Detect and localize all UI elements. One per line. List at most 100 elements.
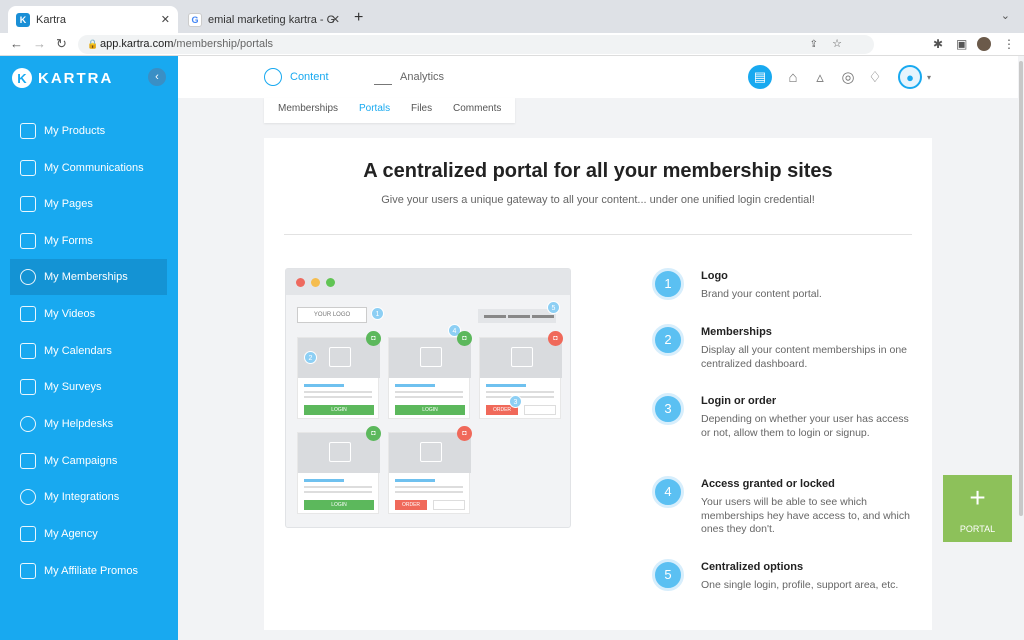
bell-icon[interactable]: ♢ — [865, 65, 885, 89]
sidebar-item-helpdesks[interactable]: My Helpdesks — [10, 406, 167, 442]
subnav-comments[interactable]: Comments — [453, 98, 501, 123]
mockup-login-button: LOGIN — [395, 405, 465, 415]
marker-1: 1 — [371, 307, 384, 320]
megaphone-icon — [20, 123, 36, 139]
side-panel-icon[interactable]: ▣ — [956, 37, 967, 51]
close-tab-icon[interactable]: ✕ — [161, 13, 170, 26]
user-avatar-icon[interactable]: ● — [898, 65, 922, 89]
bookmark-star-icon[interactable]: ☆ — [832, 35, 842, 54]
marker-2: 2 — [304, 351, 317, 364]
kartra-logo[interactable]: K KARTRA — [12, 68, 113, 88]
store-icon[interactable]: ⌂ — [783, 65, 803, 89]
locked-icon: ◘ — [548, 331, 563, 346]
mockup-tile: LOGIN — [297, 432, 380, 514]
sub-navigation: Memberships Portals Files Comments — [264, 98, 515, 123]
sidebar-item-surveys[interactable]: My Surveys — [10, 369, 167, 405]
feature-number: 5 — [652, 559, 684, 591]
mockup-tile: LOGIN — [297, 337, 380, 419]
tab-kartra[interactable]: K Kartra ✕ — [8, 6, 178, 33]
feature-title: Centralized options — [701, 561, 804, 573]
form-icon — [20, 233, 36, 249]
plus-icon: + — [969, 482, 986, 513]
building-icon — [20, 526, 36, 542]
chevron-down-icon[interactable]: ▾ — [924, 65, 934, 89]
feature-title: Access granted or locked — [701, 478, 835, 490]
profile-avatar-icon[interactable] — [977, 37, 991, 51]
back-icon[interactable]: ← — [10, 36, 23, 51]
subnav-files[interactable]: Files — [411, 98, 432, 123]
sidebar-item-label: My Pages — [44, 198, 93, 210]
url-host: app.kartra.com — [100, 38, 174, 50]
feature-number: 3 — [652, 393, 684, 425]
collapse-sidebar-icon[interactable]: ‹ — [148, 68, 166, 86]
divider — [284, 234, 912, 235]
mockup-logo: YOUR LOGO — [297, 307, 367, 323]
sidebar-item-communications[interactable]: My Communications — [10, 150, 167, 186]
share-icon — [20, 489, 36, 505]
feature-number: 2 — [652, 324, 684, 356]
subnav-memberships[interactable]: Memberships — [278, 98, 338, 123]
sidebar-item-label: My Surveys — [44, 381, 102, 393]
unlocked-icon: ◘ — [366, 426, 381, 441]
forward-icon[interactable]: → — [33, 36, 46, 51]
lifebuoy-icon[interactable]: ◎ — [838, 65, 858, 89]
red-dot-icon — [296, 278, 305, 287]
tab-content[interactable]: Content — [264, 56, 329, 98]
sidebar-item-label: My Videos — [44, 308, 96, 320]
sidebar-item-label: My Affiliate Promos — [44, 565, 138, 577]
close-tab-icon[interactable]: ✕ — [331, 13, 340, 26]
kartra-favicon-icon: K — [16, 12, 30, 27]
marker-5: 5 — [547, 301, 560, 314]
new-tab-icon[interactable]: + — [354, 9, 363, 27]
tab-analytics-label: Analytics — [400, 71, 445, 83]
document-icon[interactable]: ▤ — [748, 65, 772, 89]
sidebar-item-agency[interactable]: My Agency — [10, 516, 167, 552]
page-title: A centralized portal for all your member… — [363, 160, 833, 182]
mockup-login-button: LOGIN — [304, 500, 374, 510]
yellow-dot-icon — [311, 278, 320, 287]
sidebar-item-calendars[interactable]: My Calendars — [10, 333, 167, 369]
menu-kebab-icon[interactable]: ⋮ — [1003, 37, 1015, 51]
scrollbar-thumb[interactable] — [1019, 61, 1023, 516]
tab-label: emial marketing kartra - Googl — [208, 13, 334, 26]
extensions-icon[interactable]: ✱ — [933, 37, 943, 51]
tab-analytics[interactable]: Analytics — [374, 56, 444, 98]
sidebar-item-label: My Communications — [44, 162, 144, 174]
subnav-portals[interactable]: Portals — [359, 98, 390, 123]
sidebar-item-affiliate-promos[interactable]: My Affiliate Promos — [10, 553, 167, 589]
sidebar-item-products[interactable]: My Products — [10, 113, 167, 149]
browser-tab-strip: K Kartra ✕ G emial marketing kartra - Go… — [0, 0, 1024, 33]
feature-description: Depending on whether your user has acces… — [701, 413, 909, 439]
sidebar-item-campaigns[interactable]: My Campaigns — [10, 443, 167, 479]
sidebar-item-pages[interactable]: My Pages — [10, 186, 167, 222]
feature-title: Logo — [701, 270, 728, 282]
calendar-icon — [20, 343, 36, 359]
sidebar-item-videos[interactable]: My Videos — [10, 296, 167, 332]
reload-icon[interactable]: ↻ — [56, 36, 67, 52]
sidebar-item-memberships[interactable]: My Memberships — [10, 259, 167, 295]
scrollbar[interactable] — [1018, 56, 1024, 640]
sidebar-item-forms[interactable]: My Forms — [10, 223, 167, 259]
sidebar-item-integrations[interactable]: My Integrations — [10, 479, 167, 515]
logo-text: KARTRA — [38, 69, 114, 87]
headset-icon — [20, 416, 36, 432]
chart-icon — [374, 69, 392, 85]
lock-icon: 🔒 — [87, 39, 99, 49]
address-bar[interactable]: 🔒 app.kartra.com/membership/portals ⇪ ☆ — [78, 35, 874, 54]
video-icon — [20, 306, 36, 322]
bullhorn-icon — [20, 563, 36, 579]
sidebar-item-label: My Products — [44, 125, 106, 137]
tab-search-chevron-icon[interactable]: ⌄ — [1001, 9, 1010, 22]
locked-icon: ◘ — [457, 426, 472, 441]
add-portal-button[interactable]: + PORTAL — [943, 475, 1012, 542]
page-subtitle: Give your users a unique gateway to all … — [381, 194, 815, 206]
unlocked-icon: ◘ — [457, 331, 472, 346]
mockup-login-button: LOGIN — [304, 405, 374, 415]
tab-label: Kartra — [36, 13, 66, 26]
share-icon[interactable]: ⇪ — [810, 35, 818, 54]
feature-number: 4 — [652, 476, 684, 508]
graduation-cap-icon[interactable]: ▵ — [810, 65, 830, 89]
tab-google[interactable]: G emial marketing kartra - Googl ✕ — [180, 6, 348, 33]
browser-toolbar: ← → ↻ 🔒 app.kartra.com/membership/portal… — [0, 33, 1024, 56]
feature-number: 1 — [652, 268, 684, 300]
